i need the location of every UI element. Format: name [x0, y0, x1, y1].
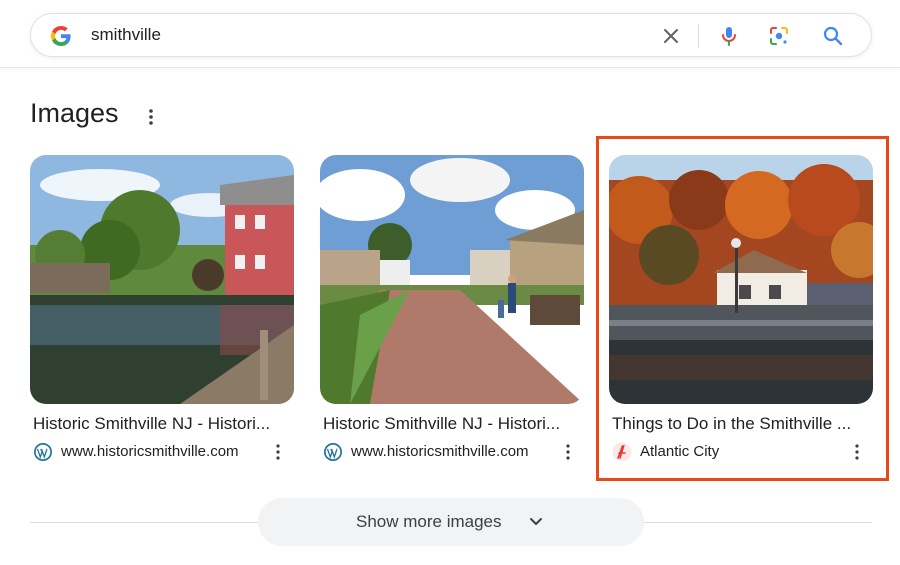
mic-icon[interactable]: [717, 24, 741, 48]
image-result-card[interactable]: Historic Smithville NJ - Histori... www.…: [30, 155, 294, 462]
search-header: [0, 0, 900, 68]
wordpress-icon: [34, 443, 52, 461]
search-divider: [698, 24, 699, 48]
image-caption[interactable]: Historic Smithville NJ - Histori...: [320, 414, 582, 434]
image-source[interactable]: www.historicsmithville.com: [30, 442, 294, 462]
show-more-images-button[interactable]: Show more images: [258, 498, 644, 546]
autumn-lake-photo: [609, 155, 873, 404]
image-thumbnail[interactable]: [30, 155, 294, 404]
village-path-photo: [320, 155, 584, 404]
clear-icon[interactable]: [659, 24, 683, 48]
section-title: Images: [30, 98, 119, 128]
source-name: www.historicsmithville.com: [351, 443, 529, 460]
image-caption[interactable]: Things to Do in the Smithville ...: [609, 414, 871, 434]
more-options-icon[interactable]: [268, 442, 288, 462]
wordpress-icon: [324, 443, 342, 461]
google-logo-icon: [51, 26, 71, 46]
image-result-card[interactable]: Things to Do in the Smithville ... Atlan…: [609, 155, 873, 462]
source-name: www.historicsmithville.com: [61, 443, 239, 460]
image-source[interactable]: www.historicsmithville.com: [320, 442, 584, 462]
divider-right: [642, 522, 872, 523]
image-source[interactable]: Atlantic City: [609, 442, 873, 462]
atlantic-city-logo-icon: [612, 442, 632, 462]
google-lens-icon[interactable]: [767, 24, 791, 48]
more-options-icon[interactable]: [847, 442, 867, 462]
show-more-label: Show more images: [356, 512, 502, 531]
more-options-icon[interactable]: [558, 442, 578, 462]
image-thumbnail[interactable]: [609, 155, 873, 404]
search-icon[interactable]: [821, 24, 845, 48]
image-thumbnail[interactable]: [320, 155, 584, 404]
search-bar[interactable]: [30, 13, 872, 57]
divider-left: [30, 522, 260, 523]
source-name: Atlantic City: [640, 443, 720, 460]
chevron-down-icon: [530, 518, 542, 525]
search-input[interactable]: [91, 25, 611, 45]
mill-pond-photo: [30, 155, 294, 404]
more-options-icon[interactable]: [140, 106, 162, 128]
image-result-card[interactable]: Historic Smithville NJ - Histori... www.…: [320, 155, 584, 462]
image-caption[interactable]: Historic Smithville NJ - Histori...: [30, 414, 292, 434]
